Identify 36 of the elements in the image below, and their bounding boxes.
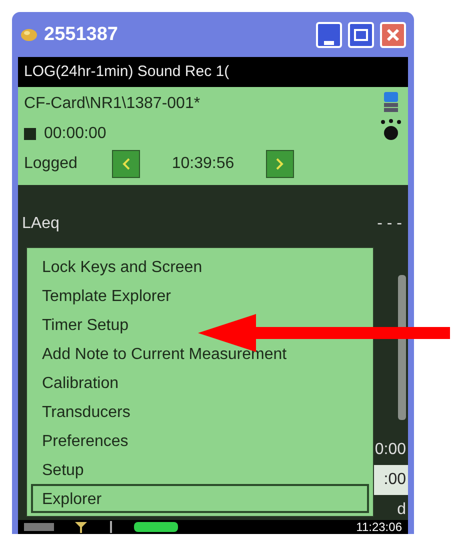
menu-item[interactable]: Transducers: [31, 397, 142, 426]
menu-item[interactable]: Add Note to Current Measurement: [31, 339, 298, 368]
window-title: 2551387: [44, 24, 119, 46]
reading-text: d: [396, 500, 407, 520]
menu-item[interactable]: Template Explorer: [31, 281, 182, 310]
file-path: CF-Card\NR1\1387-001*: [24, 95, 200, 113]
menu-item[interactable]: Explorer: [31, 484, 369, 513]
clock: 11:23:06: [356, 520, 402, 534]
previous-button[interactable]: [112, 150, 140, 178]
close-icon: [386, 28, 400, 42]
menu-item[interactable]: Timer Setup: [31, 310, 140, 339]
maximize-button[interactable]: [348, 22, 374, 48]
reading-text: 0:00: [374, 440, 407, 460]
next-button[interactable]: [266, 150, 294, 178]
maximize-icon: [354, 28, 368, 40]
menu-item[interactable]: Lock Keys and Screen: [31, 252, 214, 281]
reading-text: :00: [374, 465, 408, 495]
parameter-label: LAeq: [22, 215, 60, 233]
menu-item[interactable]: Setup: [31, 455, 95, 484]
scrollbar[interactable]: [398, 275, 406, 420]
battery-icon: [134, 522, 180, 532]
storage-icon: [383, 91, 399, 113]
stop-icon: [24, 128, 36, 140]
parameter-value: - - -: [377, 215, 402, 233]
elapsed-time: 00:00:00: [44, 125, 106, 143]
minimize-button[interactable]: [316, 22, 342, 48]
chevron-right-icon: [276, 158, 284, 170]
minimize-icon: [324, 40, 334, 46]
mode-label: LOG(24hr-1min) Sound Rec 1(: [18, 57, 408, 87]
state-label: Logged: [24, 155, 78, 173]
logged-time: 10:39:56: [170, 155, 236, 173]
chevron-left-icon: [122, 158, 130, 170]
close-button[interactable]: [380, 22, 406, 48]
menu-item[interactable]: Preferences: [31, 426, 140, 455]
app-icon: [20, 26, 38, 42]
menu-item[interactable]: Calibration: [31, 368, 130, 397]
